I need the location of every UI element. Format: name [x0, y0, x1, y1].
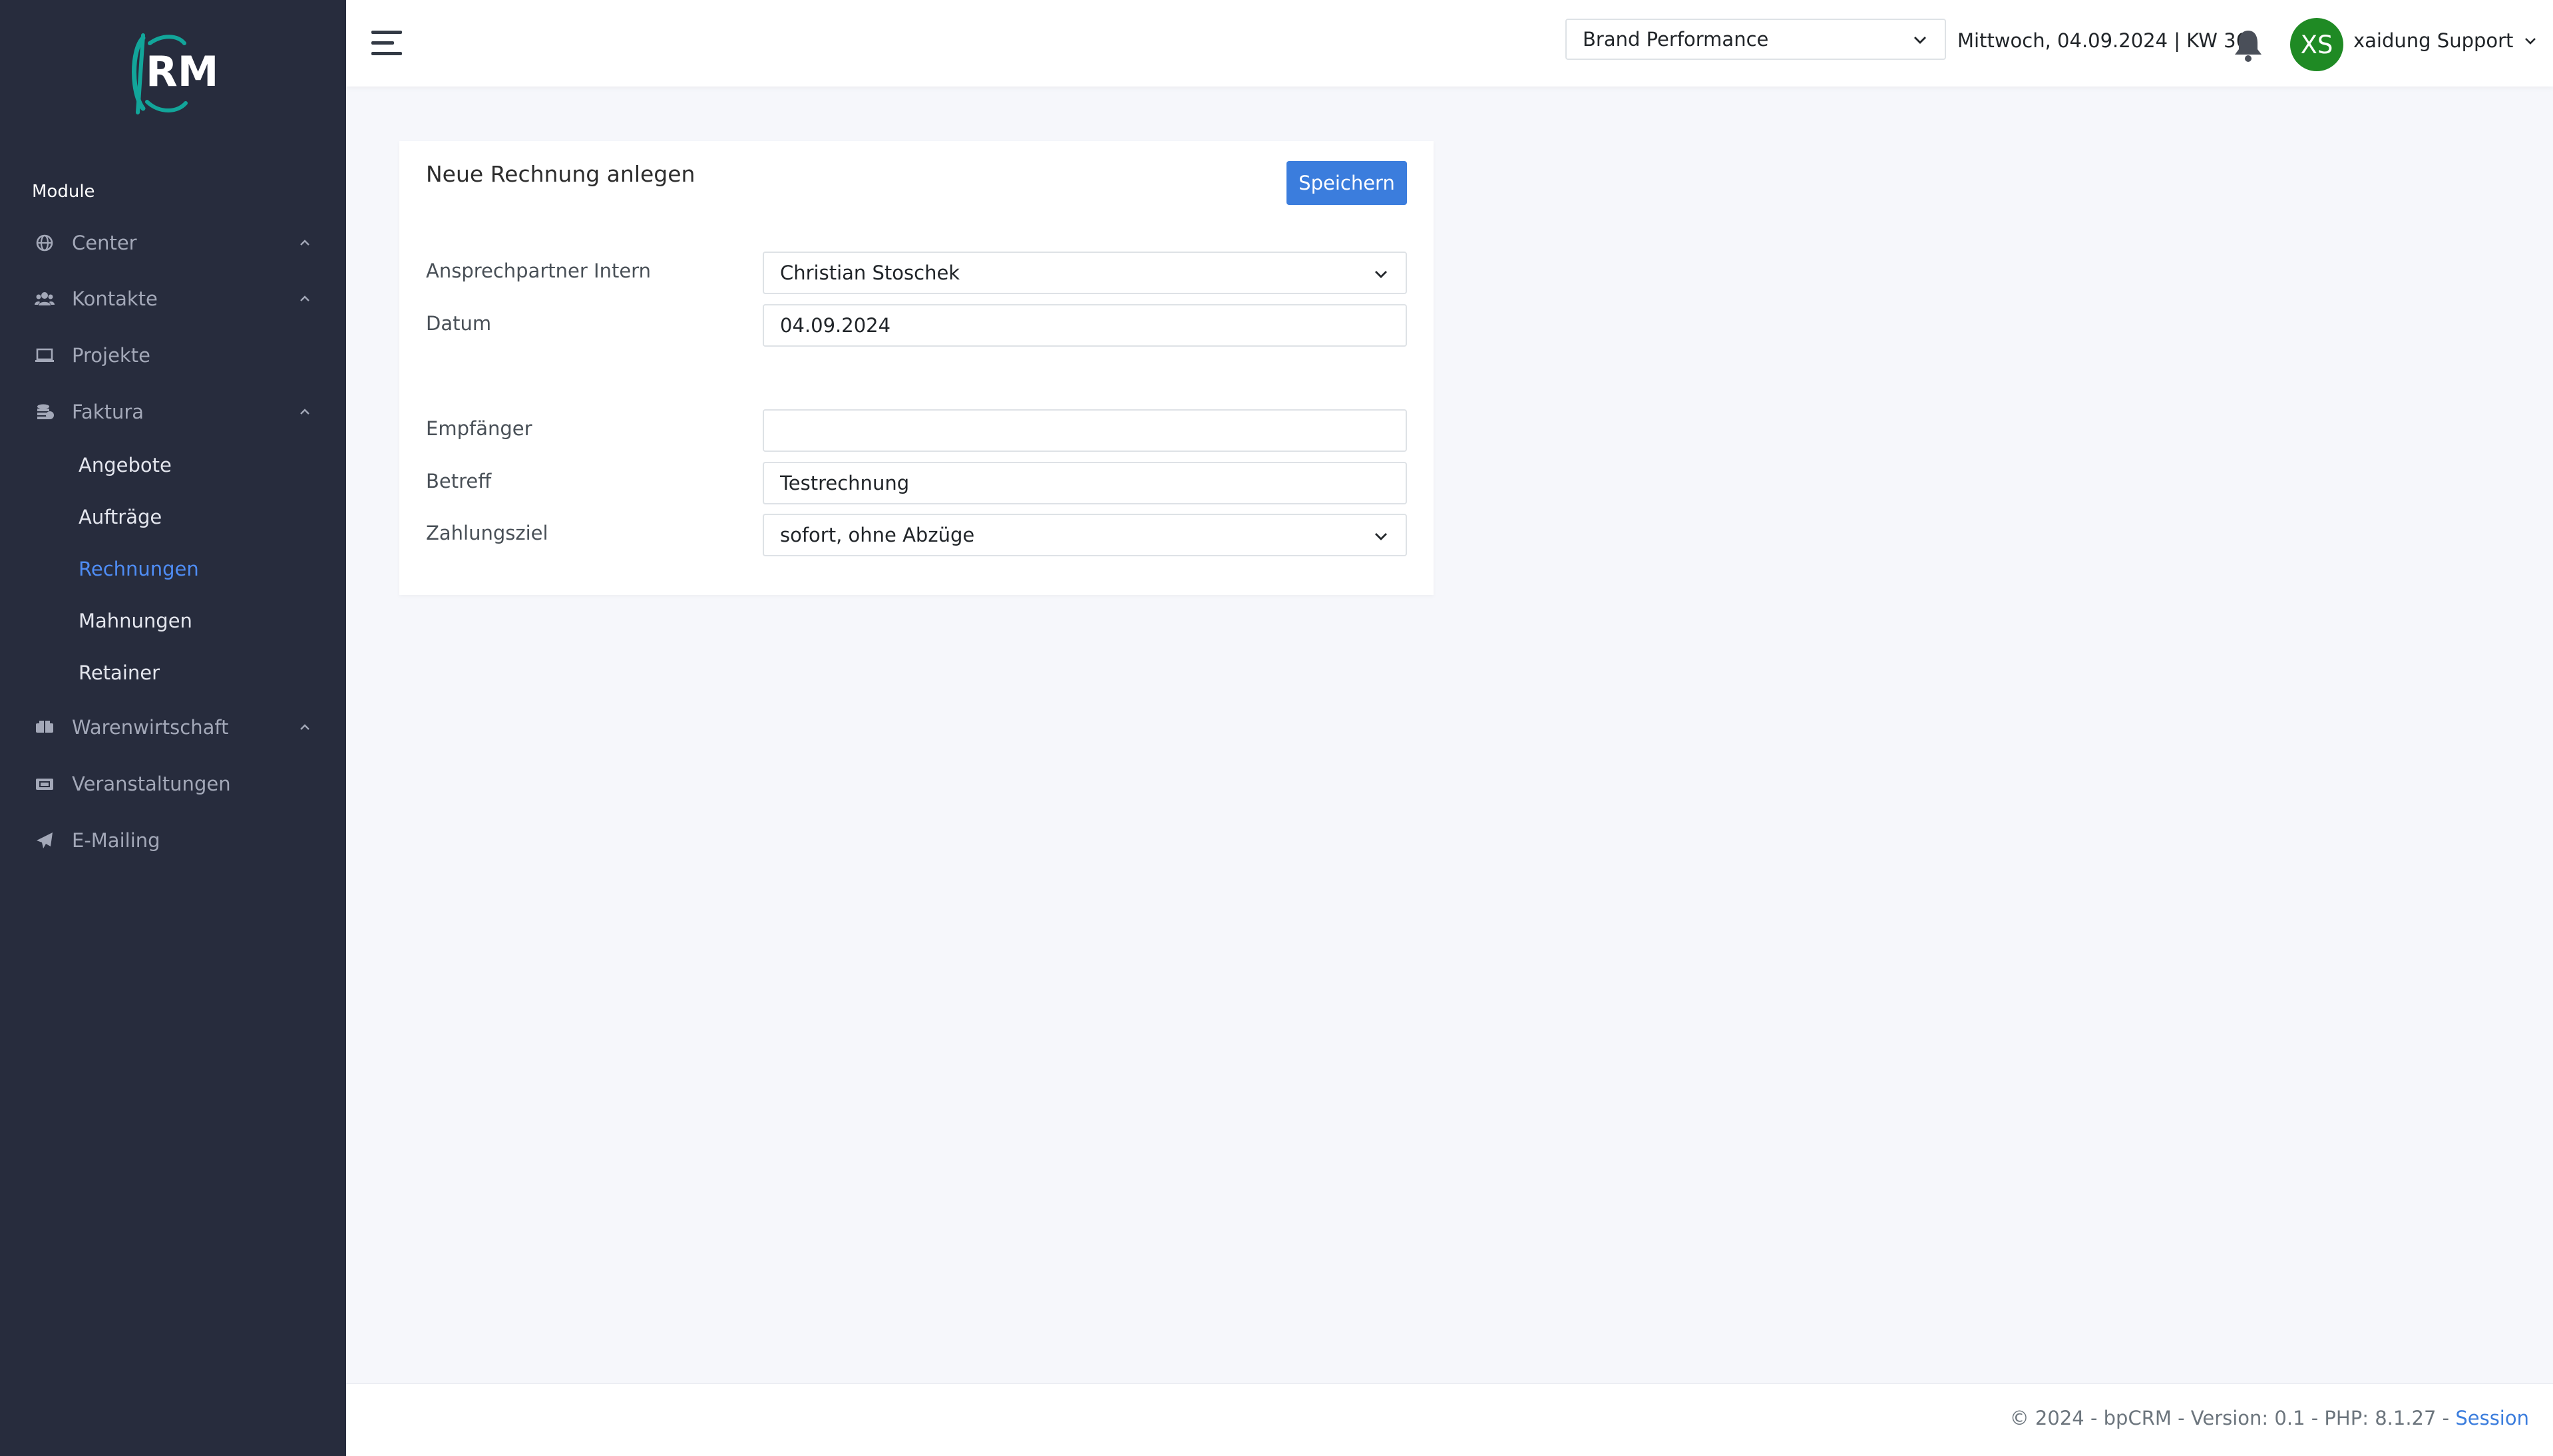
label-datum: Datum [426, 312, 492, 335]
user-name: xaidung Support [2353, 29, 2514, 52]
chevron-down-icon [2525, 38, 2536, 45]
label-zahlungsziel: Zahlungsziel [426, 522, 548, 544]
logo-text: RM [146, 47, 218, 96]
invoice-form-card: Neue Rechnung anlegen Speichern Ansprech… [399, 141, 1434, 595]
label-ansprechpartner: Ansprechpartner Intern [426, 260, 651, 282]
brand-logo[interactable]: RM [123, 30, 223, 116]
save-button[interactable]: Speichern [1286, 161, 1407, 205]
sidebar-subitem-rechnungen[interactable]: Rechnungen [79, 549, 199, 589]
coins-icon [33, 401, 56, 423]
paper-plane-icon [33, 829, 56, 852]
datum-input[interactable] [763, 304, 1407, 347]
chevron-down-icon [1371, 264, 1391, 284]
laptop-icon [33, 344, 56, 367]
hamburger-menu-icon[interactable] [370, 27, 406, 60]
chevron-up-icon [295, 234, 314, 252]
zahlungsziel-select[interactable]: sofort, ohne Abzüge [763, 514, 1407, 556]
avatar[interactable]: XS [2290, 18, 2343, 71]
ansprechpartner-select[interactable]: Christian Stoschek [763, 252, 1407, 294]
sidebar-item-kontakte[interactable]: Kontakte [0, 275, 346, 323]
zahlungsziel-value: sofort, ohne Abzüge [780, 524, 975, 546]
users-icon [33, 287, 56, 310]
label-betreff: Betreff [426, 470, 492, 492]
sidebar-item-label: E-Mailing [72, 829, 160, 852]
chevron-up-icon [295, 403, 314, 421]
chevron-up-icon [295, 289, 314, 308]
sidebar-item-label: Projekte [72, 344, 150, 367]
sidebar: RM Module Center Kontakte Projekte Faktu… [0, 0, 346, 1456]
boxes-icon [33, 716, 56, 739]
sidebar-item-label: Faktura [72, 401, 144, 423]
chevron-down-icon [1910, 30, 1930, 50]
label-empfaenger: Empfänger [426, 417, 532, 440]
sidebar-item-center[interactable]: Center [0, 219, 346, 267]
sidebar-subitem-auftraege[interactable]: Aufträge [79, 497, 162, 537]
sidebar-item-e-mailing[interactable]: E-Mailing [0, 817, 346, 864]
sidebar-item-veranstaltungen[interactable]: Veranstaltungen [0, 760, 346, 808]
globe-icon [33, 232, 56, 254]
sidebar-section-heading: Module [32, 182, 95, 202]
chevron-up-icon [295, 718, 314, 737]
current-date: Mittwoch, 04.09.2024 | KW 36 [1957, 29, 2249, 52]
sidebar-item-label: Warenwirtschaft [72, 716, 229, 739]
sidebar-item-projekte[interactable]: Projekte [0, 331, 346, 379]
workspace-select-value: Brand Performance [1583, 28, 1769, 51]
footer-text: © 2024 - bpCRM - Version: 0.1 - PHP: 8.1… [2010, 1407, 2529, 1429]
user-menu[interactable]: xaidung Support [2353, 29, 2538, 52]
sidebar-item-label: Veranstaltungen [72, 773, 231, 795]
sidebar-item-label: Kontakte [72, 287, 158, 310]
sidebar-item-faktura[interactable]: Faktura [0, 388, 346, 436]
top-header: Brand Performance Mittwoch, 04.09.2024 |… [346, 0, 2553, 87]
page-title: Neue Rechnung anlegen [426, 161, 695, 187]
sidebar-subitem-angebote[interactable]: Angebote [79, 445, 172, 485]
ansprechpartner-value: Christian Stoschek [780, 262, 960, 284]
footer-version-info: © 2024 - bpCRM - Version: 0.1 - PHP: 8.1… [2009, 1407, 2456, 1429]
session-link[interactable]: Session [2455, 1407, 2529, 1429]
sidebar-item-label: Center [72, 232, 137, 254]
workspace-select[interactable]: Brand Performance [1565, 19, 1946, 60]
empfaenger-input[interactable] [763, 409, 1407, 452]
ticket-icon [33, 773, 56, 795]
sidebar-item-warenwirtschaft[interactable]: Warenwirtschaft [0, 703, 346, 751]
betreff-input[interactable] [763, 462, 1407, 504]
chevron-down-icon [1371, 526, 1391, 546]
bell-icon[interactable] [2231, 27, 2265, 64]
sidebar-subitem-mahnungen[interactable]: Mahnungen [79, 601, 192, 641]
footer: © 2024 - bpCRM - Version: 0.1 - PHP: 8.1… [346, 1383, 2553, 1456]
sidebar-subitem-retainer[interactable]: Retainer [79, 653, 160, 693]
